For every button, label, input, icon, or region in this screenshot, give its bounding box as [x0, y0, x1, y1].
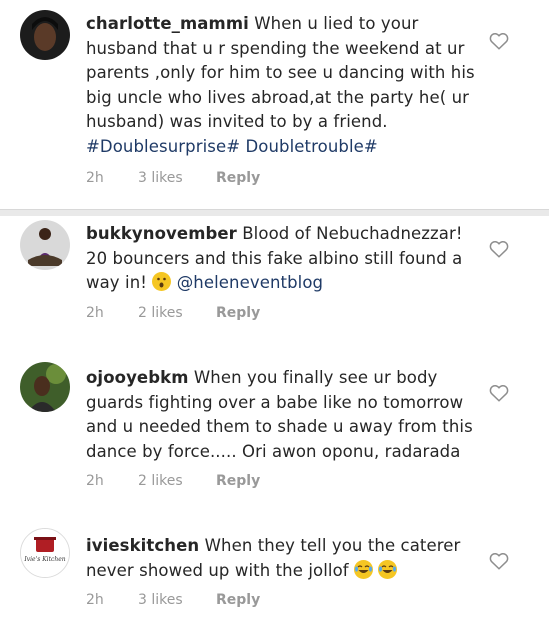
avatar[interactable] — [20, 362, 70, 412]
laughing-tears-emoji — [354, 559, 374, 579]
comment-meta: 2h 2 likes Reply — [86, 305, 260, 321]
comment-username[interactable]: ivieskitchen — [86, 536, 199, 555]
heart-outline-icon[interactable] — [489, 32, 509, 50]
comment-likes[interactable]: 2 likes — [138, 473, 216, 489]
mention-link[interactable]: @heleneventblog — [177, 273, 323, 292]
comment-username[interactable]: ojooyebkm — [86, 368, 189, 387]
heart-outline-icon[interactable] — [489, 240, 509, 258]
comment-time: 2h — [86, 592, 104, 608]
reply-button[interactable]: Reply — [216, 473, 260, 489]
comment-likes[interactable]: 2 likes — [138, 305, 216, 321]
comment-time: 2h — [86, 473, 104, 489]
comment-meta: 2h 3 likes Reply — [86, 592, 260, 608]
heart-outline-icon[interactable] — [489, 384, 509, 402]
comment-username[interactable]: charlotte_mammi — [86, 14, 249, 33]
comment-meta: 2h 2 likes Reply — [86, 473, 260, 489]
avatar[interactable] — [20, 10, 70, 60]
section-divider — [0, 209, 549, 216]
comment-body: charlotte_mammi When u lied to your husb… — [86, 12, 486, 159]
heart-outline-icon[interactable] — [489, 552, 509, 570]
avatar[interactable] — [20, 220, 70, 270]
laughing-tears-emoji — [378, 559, 398, 579]
comment-meta: 2h 3 likes Reply — [86, 170, 260, 186]
reply-button[interactable]: Reply — [216, 592, 260, 608]
comment-body: ivieskitchen When they tell you the cate… — [86, 534, 486, 583]
comment-body: bukkynovember Blood of Nebuchadnezzar! 2… — [86, 222, 486, 296]
comment-likes[interactable]: 3 likes — [138, 592, 216, 608]
reply-button[interactable]: Reply — [216, 170, 260, 186]
comment-username[interactable]: bukkynovember — [86, 224, 237, 243]
avatar-logo-text: Ivie's Kitchen — [23, 556, 65, 563]
comment-time: 2h — [86, 170, 104, 186]
comment-likes[interactable]: 3 likes — [138, 170, 216, 186]
comment-body: ojooyebkm When you finally see ur body g… — [86, 366, 486, 464]
comment-time: 2h — [86, 305, 104, 321]
astonished-face-emoji — [152, 272, 172, 291]
avatar[interactable]: Ivie's Kitchen — [20, 528, 70, 578]
reply-button[interactable]: Reply — [216, 305, 260, 321]
hashtag-link[interactable]: #Doublesurprise# Doubletrouble# — [86, 137, 378, 156]
